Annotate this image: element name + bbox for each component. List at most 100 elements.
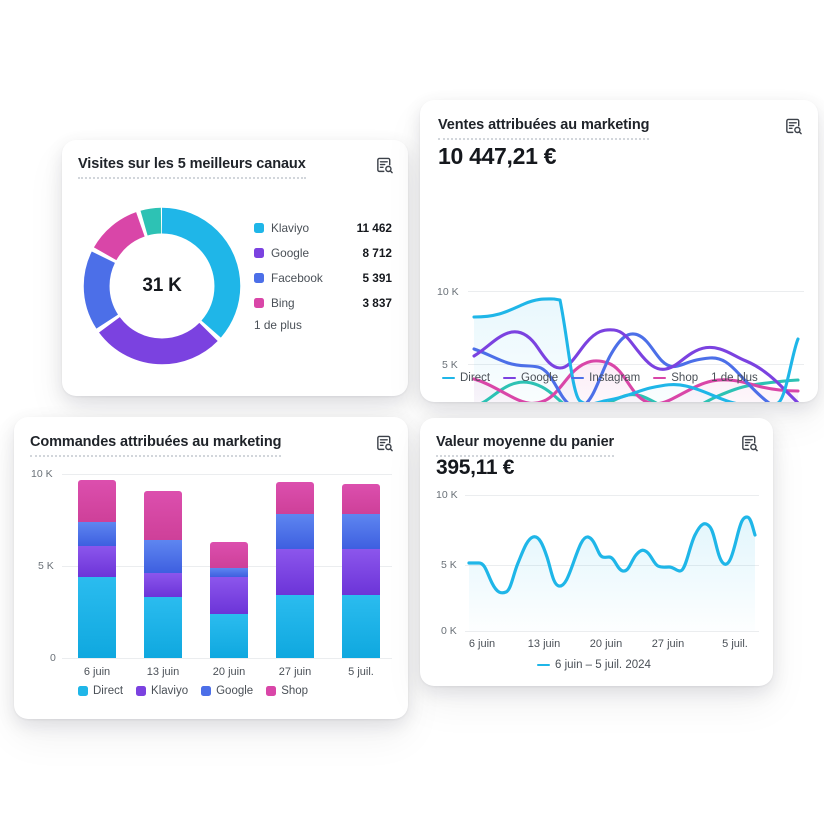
bar-segment-klaviyo[interactable] bbox=[276, 549, 314, 596]
x-tick-0: 6 juin bbox=[83, 666, 111, 678]
bar-segment-direct[interactable] bbox=[144, 597, 182, 658]
y-tick-0k: 0 K bbox=[441, 625, 457, 637]
x-tick-1: 13 juin bbox=[527, 638, 561, 650]
bar-segment-shop[interactable] bbox=[342, 484, 380, 514]
page-title: Ventes attribuées au marketing bbox=[438, 117, 649, 140]
legend-label: Direct bbox=[93, 685, 124, 697]
legend-label: Google bbox=[216, 685, 254, 697]
report-search-icon[interactable] bbox=[375, 434, 394, 453]
report-search-icon[interactable] bbox=[784, 117, 803, 136]
bar-segment-direct[interactable] bbox=[342, 595, 380, 658]
swatch-bing bbox=[254, 298, 264, 308]
legend-value: 5 391 bbox=[362, 271, 392, 285]
legend-item-google[interactable]: Google bbox=[201, 685, 253, 697]
legend-item-google[interactable]: Google bbox=[503, 372, 558, 384]
legend-value: 11 462 bbox=[356, 221, 392, 235]
y-tick-5k: 5 K bbox=[38, 560, 54, 572]
bar-segment-google[interactable] bbox=[342, 513, 380, 550]
legend-item-direct[interactable]: Direct bbox=[78, 685, 123, 697]
legend-item-date-range[interactable]: 6 juin – 5 juil. 2024 bbox=[537, 659, 651, 671]
legend-item-direct[interactable]: Direct bbox=[442, 372, 490, 384]
bar-segment-klaviyo[interactable] bbox=[210, 577, 248, 614]
card-header: Ventes attribuées au marketing bbox=[438, 117, 803, 140]
y-tick-10k: 10 K bbox=[31, 468, 53, 480]
x-tick-2: 20 juin bbox=[589, 638, 623, 650]
swatch-date-range bbox=[537, 663, 550, 667]
x-tick-4: 5 juil. bbox=[722, 638, 748, 650]
legend-item-klaviyo[interactable]: Klaviyo 11 462 bbox=[254, 218, 392, 238]
swatch-google bbox=[254, 248, 264, 258]
legend-label: Bing bbox=[271, 296, 295, 310]
dashboard-stage: Visites sur les 5 meilleurs canaux 31 K … bbox=[0, 0, 824, 824]
y-tick-5k: 5 K bbox=[442, 359, 458, 371]
bar-segment-klaviyo[interactable] bbox=[78, 545, 116, 577]
headline-value: 395,11 € bbox=[436, 456, 515, 479]
legend-value: 3 837 bbox=[362, 296, 392, 310]
card-marketing-orders: Commandes attribuées au marketing 10 K 5… bbox=[14, 417, 408, 719]
legend-item-bing[interactable]: Bing 3 837 bbox=[254, 293, 392, 313]
swatch-klaviyo bbox=[136, 686, 147, 696]
swatch-google bbox=[503, 376, 517, 380]
x-tick-0: 6 juin bbox=[468, 638, 496, 650]
bar-segment-direct[interactable] bbox=[210, 613, 248, 658]
legend-item-shop[interactable]: Shop bbox=[266, 685, 308, 697]
report-search-icon[interactable] bbox=[740, 434, 759, 453]
donut-legend: Klaviyo 11 462 Google 8 712 Facebook 5 3… bbox=[254, 218, 392, 332]
legend-item-facebook[interactable]: Facebook 5 391 bbox=[254, 268, 392, 288]
lines-plot bbox=[472, 297, 800, 402]
swatch-instagram bbox=[571, 376, 585, 380]
bar-segment-shop[interactable] bbox=[78, 479, 116, 522]
bar-segment-google[interactable] bbox=[276, 513, 314, 550]
legend-item-google[interactable]: Google 8 712 bbox=[254, 243, 392, 263]
bar-segment-klaviyo[interactable] bbox=[342, 549, 380, 596]
legend-label: Google bbox=[271, 246, 310, 260]
legend-label: Google bbox=[521, 372, 559, 384]
bar-segment-klaviyo[interactable] bbox=[144, 573, 182, 598]
card-average-order-value: Valeur moyenne du panier 395,11 € 10 K 5… bbox=[420, 418, 773, 686]
legend-label: Shop bbox=[281, 685, 309, 697]
legend-more-link[interactable]: 1 de plus bbox=[254, 318, 392, 332]
x-tick-4: 5 juil. bbox=[348, 666, 374, 678]
x-tick-3: 27 juin bbox=[651, 638, 685, 650]
legend-item-shop[interactable]: Shop bbox=[653, 372, 698, 384]
gridline-0 bbox=[62, 658, 392, 659]
donut-svg bbox=[83, 207, 241, 365]
x-tick-3: 27 juin bbox=[278, 666, 312, 678]
bar-segment-shop[interactable] bbox=[276, 482, 314, 514]
bar-segment-google[interactable] bbox=[210, 567, 248, 577]
legend-more-link[interactable]: 1 de plus bbox=[711, 372, 758, 384]
legend-item-klaviyo[interactable]: Klaviyo bbox=[136, 685, 188, 697]
legend-label: Facebook bbox=[271, 271, 323, 285]
swatch-shop bbox=[266, 686, 277, 696]
bars-plot bbox=[62, 474, 392, 658]
page-title: Commandes attribuées au marketing bbox=[30, 434, 281, 457]
bar-segment-shop[interactable] bbox=[144, 490, 182, 541]
swatch-direct bbox=[442, 376, 455, 380]
bar-segment-google[interactable] bbox=[144, 540, 182, 574]
card-header: Commandes attribuées au marketing bbox=[30, 434, 394, 457]
area-legend: 6 juin – 5 juil. 2024 bbox=[537, 659, 651, 671]
bar-segment-direct[interactable] bbox=[78, 577, 116, 658]
bar-segment-shop[interactable] bbox=[210, 542, 248, 568]
bar-segment-google[interactable] bbox=[78, 521, 116, 546]
legend-label: 6 juin – 5 juil. 2024 bbox=[555, 659, 651, 671]
line-legend: Direct Google Instagram Shop 1 de plus bbox=[442, 372, 758, 384]
legend-item-instagram[interactable]: Instagram bbox=[571, 372, 640, 384]
bar-legend: Direct Klaviyo Google Shop bbox=[78, 685, 308, 697]
legend-label: Klaviyo bbox=[271, 221, 310, 235]
swatch-google bbox=[201, 686, 212, 696]
bar-segment-direct[interactable] bbox=[276, 595, 314, 658]
card-header: Visites sur les 5 meilleurs canaux bbox=[78, 156, 394, 179]
report-search-icon[interactable] bbox=[375, 156, 394, 175]
card-visites-top-channels: Visites sur les 5 meilleurs canaux 31 K … bbox=[62, 140, 408, 396]
donut-chart: 31 K bbox=[76, 200, 248, 372]
page-title: Valeur moyenne du panier bbox=[436, 434, 614, 457]
y-tick-5k: 5 K bbox=[441, 559, 457, 571]
card-header: Valeur moyenne du panier bbox=[436, 434, 759, 457]
page-title: Visites sur les 5 meilleurs canaux bbox=[78, 156, 306, 179]
gridline-0k bbox=[465, 631, 759, 632]
x-tick-2: 20 juin bbox=[212, 666, 246, 678]
area-plot bbox=[467, 515, 757, 631]
legend-value: 8 712 bbox=[362, 246, 392, 260]
y-tick-0: 0 bbox=[50, 652, 56, 664]
